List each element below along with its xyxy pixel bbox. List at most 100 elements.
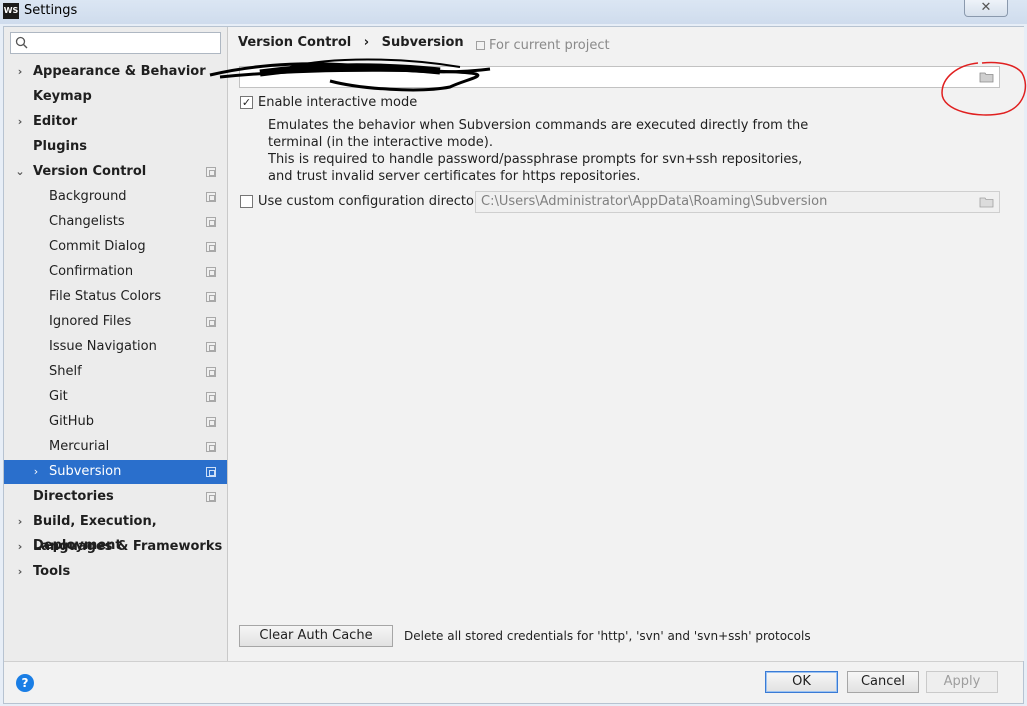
project-scope-icon xyxy=(476,41,485,50)
sidebar-item-label: Tools xyxy=(33,564,71,579)
chevron-right-icon[interactable]: › xyxy=(14,535,26,559)
chevron-right-icon[interactable]: › xyxy=(30,460,42,484)
interactive-mode-description: Emulates the behavior when Subversion co… xyxy=(268,117,808,185)
sidebar-item-label: Issue Navigation xyxy=(49,339,157,354)
chevron-right-icon[interactable]: › xyxy=(14,60,26,84)
sidebar-item-directories[interactable]: Directories xyxy=(4,485,227,509)
description-line: Emulates the behavior when Subversion co… xyxy=(268,118,809,133)
breadcrumb-subversion: Subversion xyxy=(381,35,464,50)
sidebar-item-confirmation[interactable]: Confirmation xyxy=(4,260,227,284)
project-scope-icon xyxy=(206,417,216,427)
sidebar-item-label: File Status Colors xyxy=(49,289,162,304)
project-scope-icon xyxy=(206,267,216,277)
sidebar-item-issue-navigation[interactable]: Issue Navigation xyxy=(4,335,227,359)
sidebar-item-editor[interactable]: › Editor xyxy=(4,110,227,134)
redacted-path-field[interactable] xyxy=(209,58,1000,92)
sidebar-item-label: Keymap xyxy=(33,89,92,104)
description-line: and trust invalid server certificates fo… xyxy=(268,169,641,184)
search-icon xyxy=(15,36,29,50)
sidebar-item-label: Plugins xyxy=(33,139,87,154)
clear-auth-cache-description: Delete all stored credentials for 'http'… xyxy=(404,629,811,643)
sidebar-item-appearance-behavior[interactable]: › Appearance & Behavior xyxy=(4,60,227,84)
sidebar-item-commit-dialog[interactable]: Commit Dialog xyxy=(4,235,227,259)
sidebar-item-label: Commit Dialog xyxy=(49,239,146,254)
help-icon[interactable]: ? xyxy=(16,674,34,692)
sidebar-item-build-execution-deployment[interactable]: › Build, Execution, Deployment xyxy=(4,510,227,553)
project-scope-icon xyxy=(206,367,216,377)
sidebar-item-label: Editor xyxy=(33,114,78,129)
project-scope-icon xyxy=(206,317,216,327)
project-scope-icon xyxy=(206,467,216,477)
sidebar-item-mercurial[interactable]: Mercurial xyxy=(4,435,227,459)
dialog-footer: ? OK Cancel Apply xyxy=(4,661,1023,703)
folder-icon[interactable] xyxy=(979,196,995,208)
chevron-right-icon[interactable]: › xyxy=(14,110,26,134)
project-scope-icon xyxy=(206,217,216,227)
breadcrumb: Version Control › Subversion xyxy=(238,35,472,50)
project-scope-icon xyxy=(206,192,216,202)
sidebar-item-label: Background xyxy=(49,189,127,204)
project-scope-icon xyxy=(206,342,216,352)
sidebar-item-label: GitHub xyxy=(49,414,95,429)
sidebar-item-github[interactable]: GitHub xyxy=(4,410,227,434)
chevron-down-icon[interactable]: ⌄ xyxy=(14,160,26,184)
ok-button[interactable]: OK xyxy=(765,671,838,693)
cancel-button[interactable]: Cancel xyxy=(847,671,919,693)
sidebar-item-ignored-files[interactable]: Ignored Files xyxy=(4,310,227,334)
chevron-right-icon[interactable]: › xyxy=(14,510,26,534)
clear-auth-cache-button[interactable]: Clear Auth Cache xyxy=(239,625,393,647)
sidebar-item-label: Directories xyxy=(33,489,114,504)
sidebar-item-git[interactable]: Git xyxy=(4,385,227,409)
custom-config-label[interactable]: Use custom configuration directory: xyxy=(258,194,490,209)
sidebar-item-plugins[interactable]: Plugins xyxy=(4,135,227,159)
sidebar-item-shelf[interactable]: Shelf xyxy=(4,360,227,384)
chevron-right-icon[interactable]: › xyxy=(14,560,26,584)
sidebar-item-file-status-colors[interactable]: File Status Colors xyxy=(4,285,227,309)
red-circle-annotation xyxy=(941,61,1027,116)
project-scope-icon xyxy=(206,492,216,502)
sidebar-item-label: Languages & Frameworks xyxy=(33,539,223,554)
custom-config-directory-field[interactable]: C:\Users\Administrator\AppData\Roaming\S… xyxy=(475,191,1000,213)
for-current-project-label: For current project xyxy=(489,38,610,53)
project-scope-icon xyxy=(206,442,216,452)
custom-config-directory-value: C:\Users\Administrator\AppData\Roaming\S… xyxy=(481,194,828,209)
sidebar-item-version-control[interactable]: ⌄ Version Control xyxy=(4,160,227,184)
sidebar-item-label: Version Control xyxy=(33,164,147,179)
project-scope-icon xyxy=(206,292,216,302)
subversion-settings-panel: Version Control › Subversion For current… xyxy=(209,27,1027,661)
sidebar-item-tools[interactable]: › Tools xyxy=(4,560,227,584)
sidebar-item-label: Subversion xyxy=(49,464,122,479)
webstorm-app-icon: WS xyxy=(3,3,19,19)
dialog-content: › Appearance & Behavior Keymap › Editor Plugi… xyxy=(3,26,1027,704)
sidebar-item-changelists[interactable]: Changelists xyxy=(4,210,227,234)
close-button[interactable]: ✕ xyxy=(964,0,1008,17)
title-bar: WS Settings ✕ xyxy=(0,0,1027,24)
sidebar-item-subversion[interactable]: › Subversion xyxy=(4,460,227,484)
apply-button[interactable]: Apply xyxy=(926,671,998,693)
sidebar-item-label: Confirmation xyxy=(49,264,134,279)
settings-window: WS Settings ✕ › Appearance & Behavior Keym… xyxy=(0,0,1027,706)
project-scope-icon xyxy=(206,392,216,402)
sidebar-item-label: Changelists xyxy=(49,214,125,229)
breadcrumb-separator: › xyxy=(363,35,370,50)
redaction-scribble xyxy=(209,58,491,92)
search-input[interactable] xyxy=(10,32,221,54)
settings-sidebar: › Appearance & Behavior Keymap › Editor Plugi… xyxy=(4,27,228,661)
sidebar-item-label: Shelf xyxy=(49,364,82,379)
sidebar-item-keymap[interactable]: Keymap xyxy=(4,85,227,109)
sidebar-item-languages-frameworks[interactable]: › Languages & Frameworks xyxy=(4,535,227,559)
custom-config-checkbox[interactable] xyxy=(240,195,253,208)
description-line: This is required to handle password/pass… xyxy=(268,152,803,167)
breadcrumb-version-control[interactable]: Version Control xyxy=(238,35,351,50)
enable-interactive-label[interactable]: Enable interactive mode xyxy=(258,95,417,110)
description-line: terminal (in the interactive mode). xyxy=(268,135,493,150)
sidebar-item-label: Ignored Files xyxy=(49,314,132,329)
project-scope-icon xyxy=(206,242,216,252)
sidebar-item-label: Appearance & Behavior xyxy=(33,64,206,79)
enable-interactive-checkbox[interactable]: ✓ xyxy=(240,96,253,109)
sidebar-item-label: Git xyxy=(49,389,68,404)
for-current-project-note: For current project xyxy=(476,38,610,53)
window-title: Settings xyxy=(24,3,78,18)
sidebar-item-label: Mercurial xyxy=(49,439,110,454)
sidebar-item-background[interactable]: Background xyxy=(4,185,227,209)
